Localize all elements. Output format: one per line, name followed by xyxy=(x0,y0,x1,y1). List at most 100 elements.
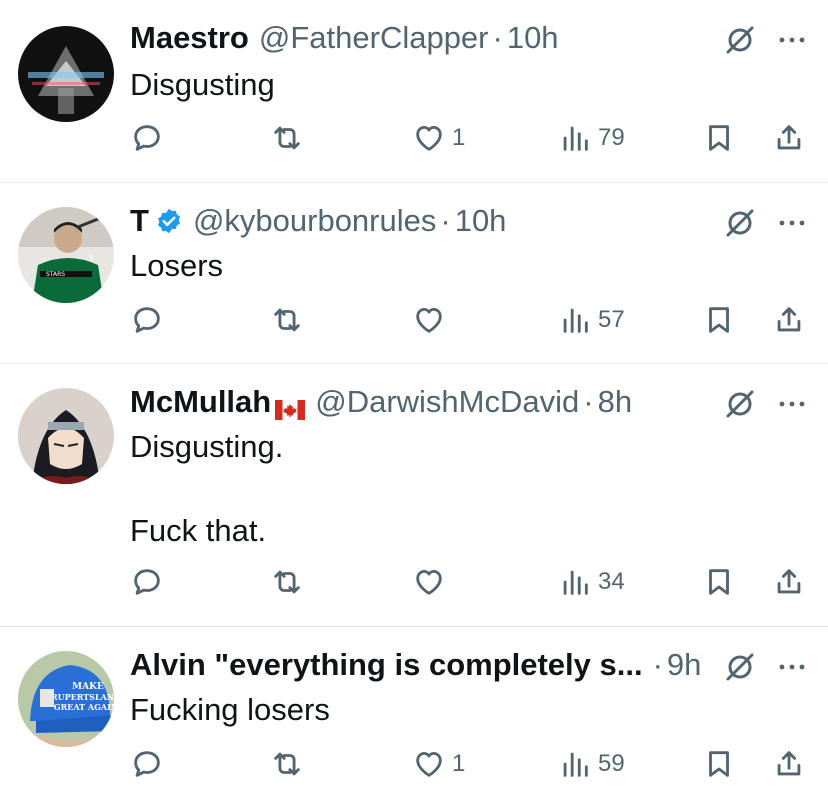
verified-badge-icon xyxy=(155,207,183,235)
heart-icon xyxy=(416,751,442,777)
repost-button[interactable] xyxy=(270,744,304,784)
like-count: 1 xyxy=(452,750,466,777)
bookmark-button[interactable] xyxy=(702,562,736,602)
bookmark-button[interactable] xyxy=(702,744,736,784)
user-handle[interactable]: @DarwishMcDavid xyxy=(315,384,579,420)
repost-button[interactable] xyxy=(270,118,304,158)
share-icon xyxy=(777,569,801,594)
grok-icon[interactable] xyxy=(724,388,756,420)
share-icon xyxy=(777,125,801,150)
views-icon xyxy=(563,570,588,595)
repost-icon xyxy=(274,126,300,150)
separator-dot: · xyxy=(492,20,503,55)
repost-button[interactable] xyxy=(270,300,304,340)
bookmark-icon xyxy=(709,125,729,151)
more-options-icon[interactable] xyxy=(776,388,808,420)
separator-dot: · xyxy=(652,647,663,682)
more-options-icon[interactable] xyxy=(776,651,808,683)
user-handle[interactable]: @FatherClapper xyxy=(259,20,489,56)
grok-icon[interactable] xyxy=(724,651,756,683)
user-handle[interactable]: @kybourbonrules xyxy=(193,203,436,239)
avatar[interactable]: MAKE RUPERTSLAND GREAT AGAIN xyxy=(18,651,114,747)
repost-icon xyxy=(274,570,300,594)
avatar[interactable]: STARS 5 xyxy=(18,207,114,303)
timestamp[interactable]: 9h xyxy=(667,647,701,683)
views-icon xyxy=(563,752,588,777)
share-button[interactable] xyxy=(772,744,806,784)
grok-icon[interactable] xyxy=(724,207,756,239)
heart-icon xyxy=(416,125,442,151)
reply-icon xyxy=(134,125,160,151)
share-button[interactable] xyxy=(772,118,806,158)
views-icon xyxy=(563,308,588,333)
like-button[interactable]: 1 xyxy=(412,118,465,158)
views-count: 59 xyxy=(598,750,625,777)
reply-tweet[interactable]: MAKE RUPERTSLAND GREAT AGAIN Alvin "ever… xyxy=(0,627,828,807)
reply-button[interactable] xyxy=(130,300,164,340)
display-name[interactable]: Alvin "everything is completely s... xyxy=(130,647,643,683)
bookmark-icon xyxy=(709,307,729,333)
timestamp[interactable]: 10h xyxy=(455,203,507,239)
bookmark-button[interactable] xyxy=(702,118,736,158)
svg-text:MAKE: MAKE xyxy=(72,682,104,692)
action-bar: 1 79 xyxy=(130,118,810,158)
like-button[interactable] xyxy=(412,300,452,340)
reply-tweet[interactable]: McMullah @DarwishMcDavid · 8h Disgusting… xyxy=(0,364,828,626)
grok-icon[interactable] xyxy=(724,24,756,56)
tweet-text: Losers xyxy=(130,248,224,283)
display-name[interactable]: Maestro xyxy=(130,20,249,56)
more-options-icon[interactable] xyxy=(776,24,808,56)
action-bar: 34 xyxy=(130,562,810,602)
display-name[interactable]: McMullah xyxy=(130,384,271,420)
bookmark-icon xyxy=(709,751,729,777)
svg-text:STARS: STARS xyxy=(46,271,65,278)
svg-text:GREAT AGAIN: GREAT AGAIN xyxy=(54,702,114,712)
share-button[interactable] xyxy=(772,300,806,340)
share-icon xyxy=(777,307,801,332)
repost-button[interactable] xyxy=(270,562,304,602)
svg-text:RUPERTSLAND: RUPERTSLAND xyxy=(51,692,114,702)
like-count: 1 xyxy=(452,124,466,151)
tweet-text: Fucking losers xyxy=(130,692,330,727)
views-count: 79 xyxy=(598,124,625,151)
views-count: 34 xyxy=(598,568,625,595)
action-bar: 57 xyxy=(130,300,810,340)
reply-icon xyxy=(134,307,160,333)
tweet-text: Disgusting. Fuck that. xyxy=(130,429,284,548)
display-name[interactable]: T xyxy=(130,203,149,239)
timestamp[interactable]: 8h xyxy=(598,384,632,420)
reply-icon xyxy=(134,569,160,595)
share-icon xyxy=(777,751,801,776)
views-button[interactable]: 34 xyxy=(558,562,625,602)
more-options-icon[interactable] xyxy=(776,207,808,239)
avatar[interactable] xyxy=(18,26,114,122)
repost-icon xyxy=(274,308,300,332)
reply-icon xyxy=(134,751,160,777)
reply-button[interactable] xyxy=(130,562,164,602)
heart-icon xyxy=(416,569,442,595)
canada-flag-icon xyxy=(275,392,306,420)
like-button[interactable]: 1 xyxy=(412,744,465,784)
views-count: 57 xyxy=(598,306,625,333)
reply-button[interactable] xyxy=(130,744,164,784)
separator-dot: · xyxy=(583,384,594,419)
svg-text:5: 5 xyxy=(88,254,94,264)
views-button[interactable]: 59 xyxy=(558,744,625,784)
share-button[interactable] xyxy=(772,562,806,602)
avatar[interactable] xyxy=(18,388,114,484)
bookmark-icon xyxy=(709,569,729,595)
repost-icon xyxy=(274,752,300,776)
bookmark-button[interactable] xyxy=(702,300,736,340)
views-icon xyxy=(563,126,588,151)
reply-button[interactable] xyxy=(130,118,164,158)
reply-tweet[interactable]: Maestro @FatherClapper · 10h Disgusting … xyxy=(0,0,828,182)
tweet-text: Disgusting xyxy=(130,67,275,102)
like-button[interactable] xyxy=(412,562,452,602)
heart-icon xyxy=(416,307,442,333)
separator-dot: · xyxy=(440,203,451,238)
views-button[interactable]: 79 xyxy=(558,118,625,158)
action-bar: 1 59 xyxy=(130,744,810,784)
reply-tweet[interactable]: STARS 5 T @kybourbonrules · 10h Losers 5… xyxy=(0,183,828,363)
views-button[interactable]: 57 xyxy=(558,300,625,340)
timestamp[interactable]: 10h xyxy=(507,20,559,56)
